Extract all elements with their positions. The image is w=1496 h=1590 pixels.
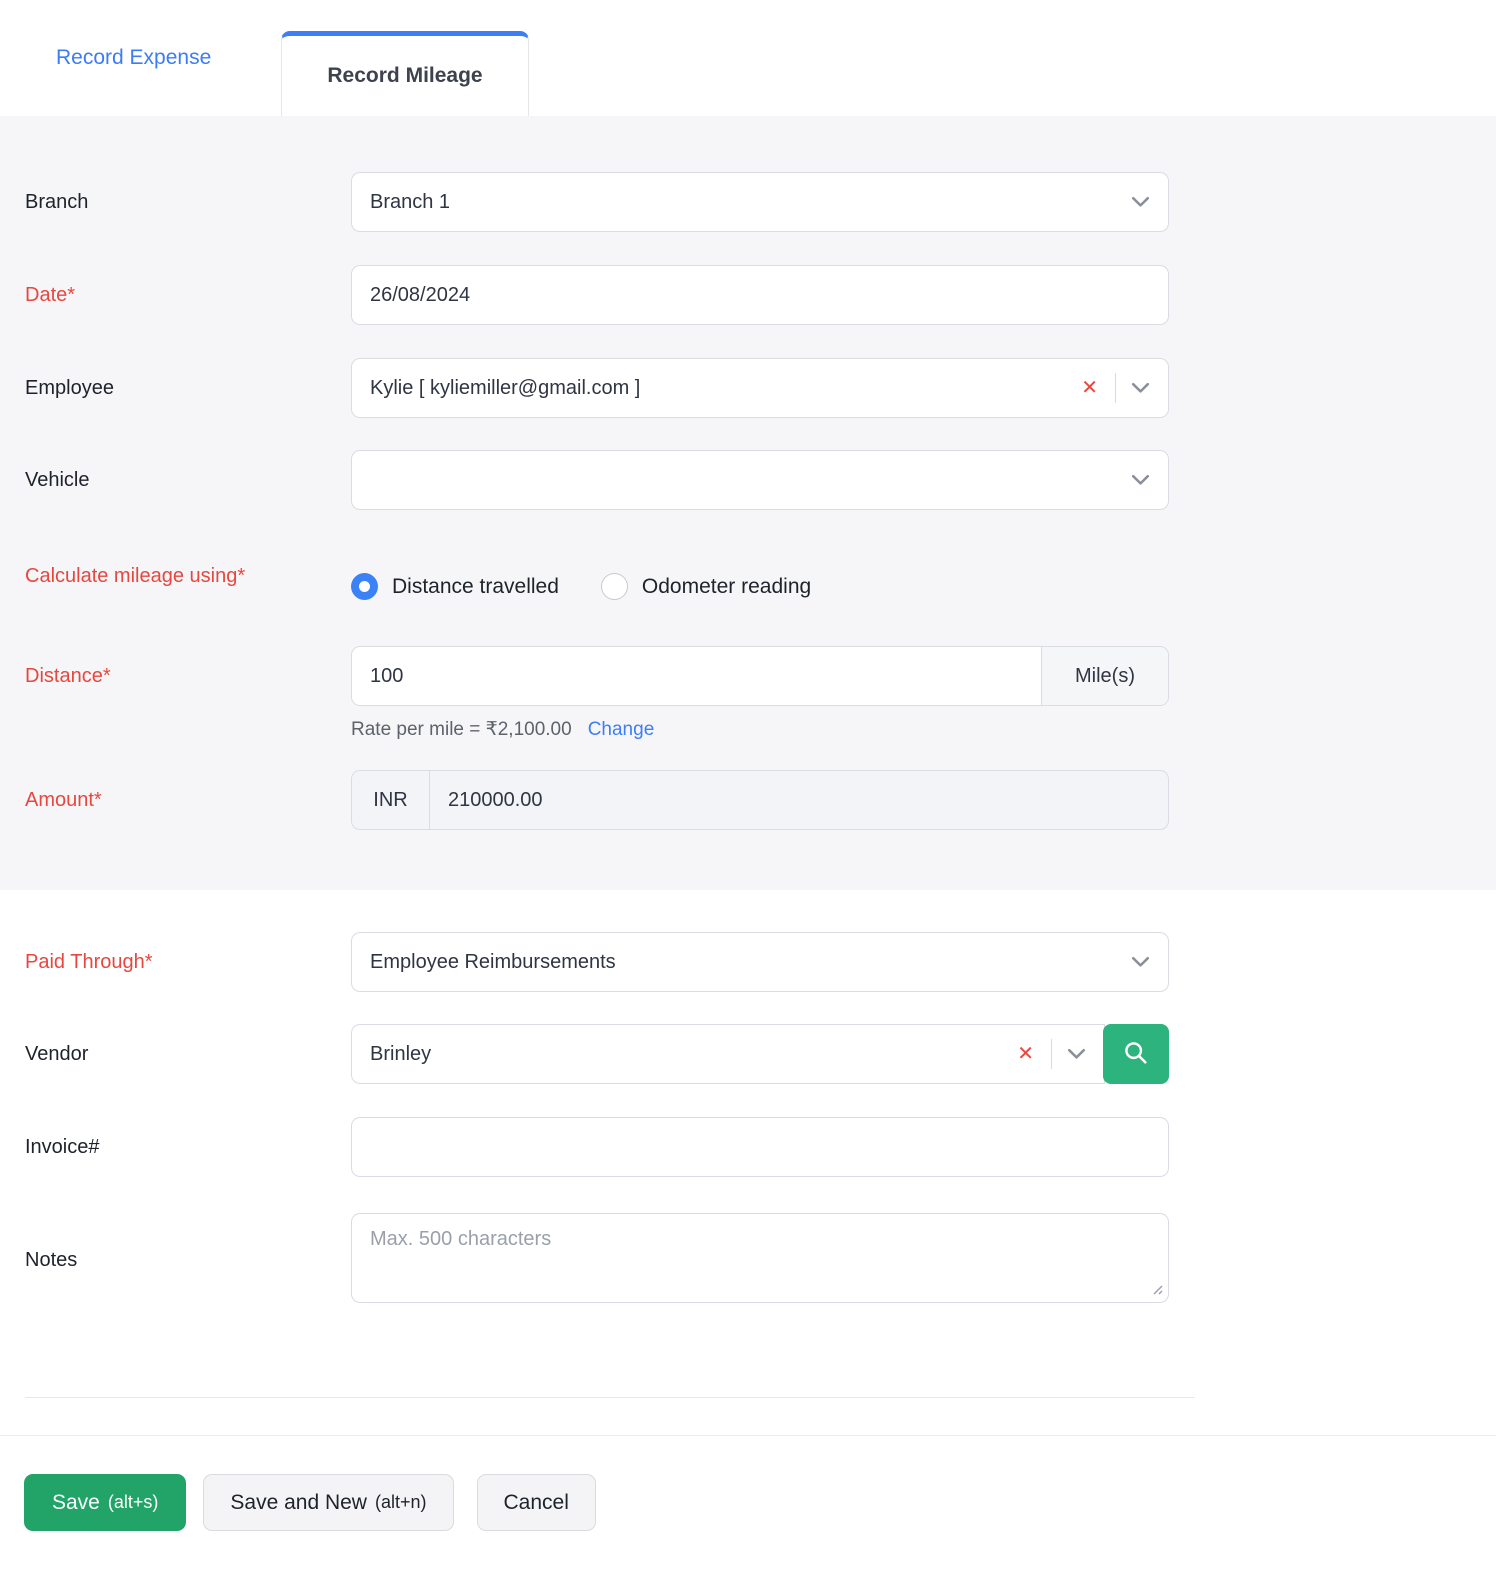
save-and-new-shortcut: (alt+n)	[375, 1492, 427, 1513]
paid-through-label: Paid Through*	[0, 949, 351, 976]
divider	[1051, 1039, 1052, 1069]
calc-mileage-label: Calculate mileage using*	[0, 560, 351, 593]
employee-value: Kylie [ kyliemiller@gmail.com ]	[370, 377, 1079, 400]
currency-code: INR	[352, 771, 430, 829]
paid-through-select[interactable]: Employee Reimbursements	[351, 932, 1169, 992]
invoice-label: Invoice#	[0, 1134, 351, 1161]
rate-per-mile-line: Rate per mile = ₹2,100.00 Change	[351, 718, 1169, 741]
notes-label: Notes	[0, 1247, 351, 1274]
clear-icon[interactable]: ✕	[1015, 1042, 1036, 1066]
branch-select[interactable]: Branch 1	[351, 172, 1169, 232]
radio-unselected-icon	[601, 573, 628, 600]
tab-bar: Record Expense Record Mileage	[0, 0, 1496, 116]
tab-record-expense[interactable]: Record Expense	[38, 0, 229, 116]
amount-input[interactable]	[430, 771, 1168, 829]
radio-selected-icon	[351, 573, 378, 600]
radio-odometer-reading[interactable]: Odometer reading	[601, 573, 811, 600]
tab-record-mileage[interactable]: Record Mileage	[281, 31, 529, 116]
vehicle-row: Vehicle	[0, 450, 1496, 510]
paid-through-value: Employee Reimbursements	[370, 951, 1131, 974]
distance-input-group: Mile(s)	[351, 646, 1169, 706]
save-and-new-button[interactable]: Save and New (alt+n)	[203, 1474, 453, 1531]
employee-label: Employee	[0, 375, 351, 402]
invoice-input[interactable]	[351, 1117, 1169, 1177]
distance-unit: Mile(s)	[1041, 647, 1168, 705]
distance-label: Distance*	[0, 646, 351, 706]
form-divider	[25, 1397, 1195, 1398]
search-icon	[1122, 1039, 1150, 1070]
chevron-down-icon[interactable]	[1131, 474, 1150, 486]
calc-mileage-options: Distance travelled Odometer reading	[351, 560, 1169, 600]
chevron-down-icon[interactable]	[1131, 956, 1150, 968]
mileage-details-section: Branch Branch 1 Date* Employee Kylie [ k	[0, 116, 1496, 890]
clear-icon[interactable]: ✕	[1079, 376, 1100, 400]
save-button[interactable]: Save (alt+s)	[24, 1474, 186, 1531]
amount-input-group: INR	[351, 770, 1169, 830]
vendor-select[interactable]: Brinley ✕	[351, 1024, 1105, 1084]
invoice-row: Invoice#	[0, 1117, 1496, 1177]
vehicle-select[interactable]	[351, 450, 1169, 510]
cancel-button[interactable]: Cancel	[477, 1474, 596, 1531]
notes-row: Notes	[0, 1213, 1496, 1308]
employee-select[interactable]: Kylie [ kyliemiller@gmail.com ] ✕	[351, 358, 1169, 418]
vendor-label: Vendor	[0, 1041, 351, 1068]
date-input[interactable]	[351, 265, 1169, 325]
branch-label: Branch	[0, 189, 351, 216]
chevron-down-icon[interactable]	[1131, 382, 1150, 394]
rate-per-mile-text: Rate per mile = ₹2,100.00	[351, 718, 572, 741]
action-footer: Save (alt+s) Save and New (alt+n) Cancel	[0, 1435, 1496, 1531]
vendor-row: Vendor Brinley ✕	[0, 1024, 1496, 1084]
divider	[1115, 373, 1116, 403]
payment-details-section: Paid Through* Employee Reimbursements Ve…	[0, 890, 1496, 1531]
radio-distance-travelled[interactable]: Distance travelled	[351, 573, 559, 600]
employee-row: Employee Kylie [ kyliemiller@gmail.com ]…	[0, 358, 1496, 418]
vendor-search-button[interactable]	[1103, 1024, 1169, 1084]
branch-value: Branch 1	[370, 191, 1131, 214]
distance-row: Distance* Mile(s) Rate per mile = ₹2,100…	[0, 646, 1496, 741]
calc-mileage-row: Calculate mileage using* Distance travel…	[0, 560, 1496, 600]
vendor-value: Brinley	[370, 1043, 1015, 1066]
branch-row: Branch Branch 1	[0, 172, 1496, 232]
amount-row: Amount* INR	[0, 770, 1496, 830]
save-shortcut: (alt+s)	[108, 1492, 159, 1513]
change-rate-link[interactable]: Change	[588, 719, 655, 741]
record-mileage-page: Record Expense Record Mileage Branch Bra…	[0, 0, 1496, 1590]
date-label: Date*	[0, 282, 351, 309]
vehicle-label: Vehicle	[0, 467, 351, 494]
paid-through-row: Paid Through* Employee Reimbursements	[0, 932, 1496, 992]
amount-label: Amount*	[0, 787, 351, 814]
distance-input[interactable]	[352, 647, 1041, 705]
chevron-down-icon[interactable]	[1067, 1048, 1086, 1060]
notes-textarea[interactable]	[351, 1213, 1169, 1303]
date-row: Date*	[0, 265, 1496, 325]
chevron-down-icon[interactable]	[1131, 196, 1150, 208]
